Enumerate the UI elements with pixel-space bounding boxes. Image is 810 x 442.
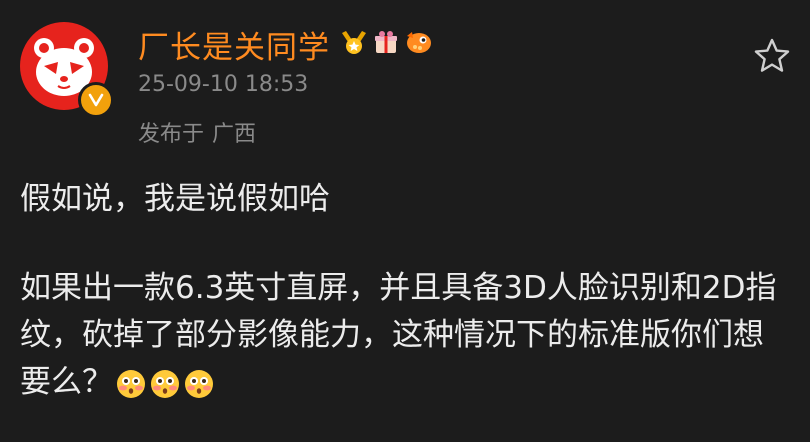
location-value: 广西 xyxy=(212,122,257,147)
gift-badge-icon[interactable] xyxy=(372,28,400,60)
medal-badge-icon[interactable] xyxy=(340,28,368,60)
author-row: 厂长是关同学 xyxy=(138,22,438,66)
location-label: 发布于 xyxy=(138,122,205,147)
post-content: 假如说，我是说假如哈 如果出一款6.3英寸直屏，并且具备3D人脸识别和2D指纹，… xyxy=(20,176,792,406)
post-timestamp: 25-09-10 18:53 xyxy=(138,72,309,97)
post-location: 发布于 广西 xyxy=(138,116,256,148)
verified-v-icon xyxy=(78,82,114,118)
post-paragraph-1: 假如说，我是说假如哈 xyxy=(20,181,330,217)
author-avatar[interactable] xyxy=(20,22,114,118)
author-name[interactable]: 厂长是关同学 xyxy=(138,22,330,67)
favorite-button[interactable] xyxy=(750,34,794,78)
post-paragraph-2: 如果出一款6.3英寸直屏，并且具备3D人脸识别和2D指纹，砍掉了部分影像能力，这… xyxy=(20,265,792,406)
flushed-face-emoji xyxy=(185,369,213,398)
flushed-face-emoji xyxy=(151,369,179,398)
author-badges xyxy=(340,28,438,60)
star-outline-icon xyxy=(754,38,790,72)
fish-badge-icon[interactable] xyxy=(404,28,434,60)
trailing-emojis xyxy=(113,368,215,400)
flushed-face-emoji xyxy=(117,369,145,398)
